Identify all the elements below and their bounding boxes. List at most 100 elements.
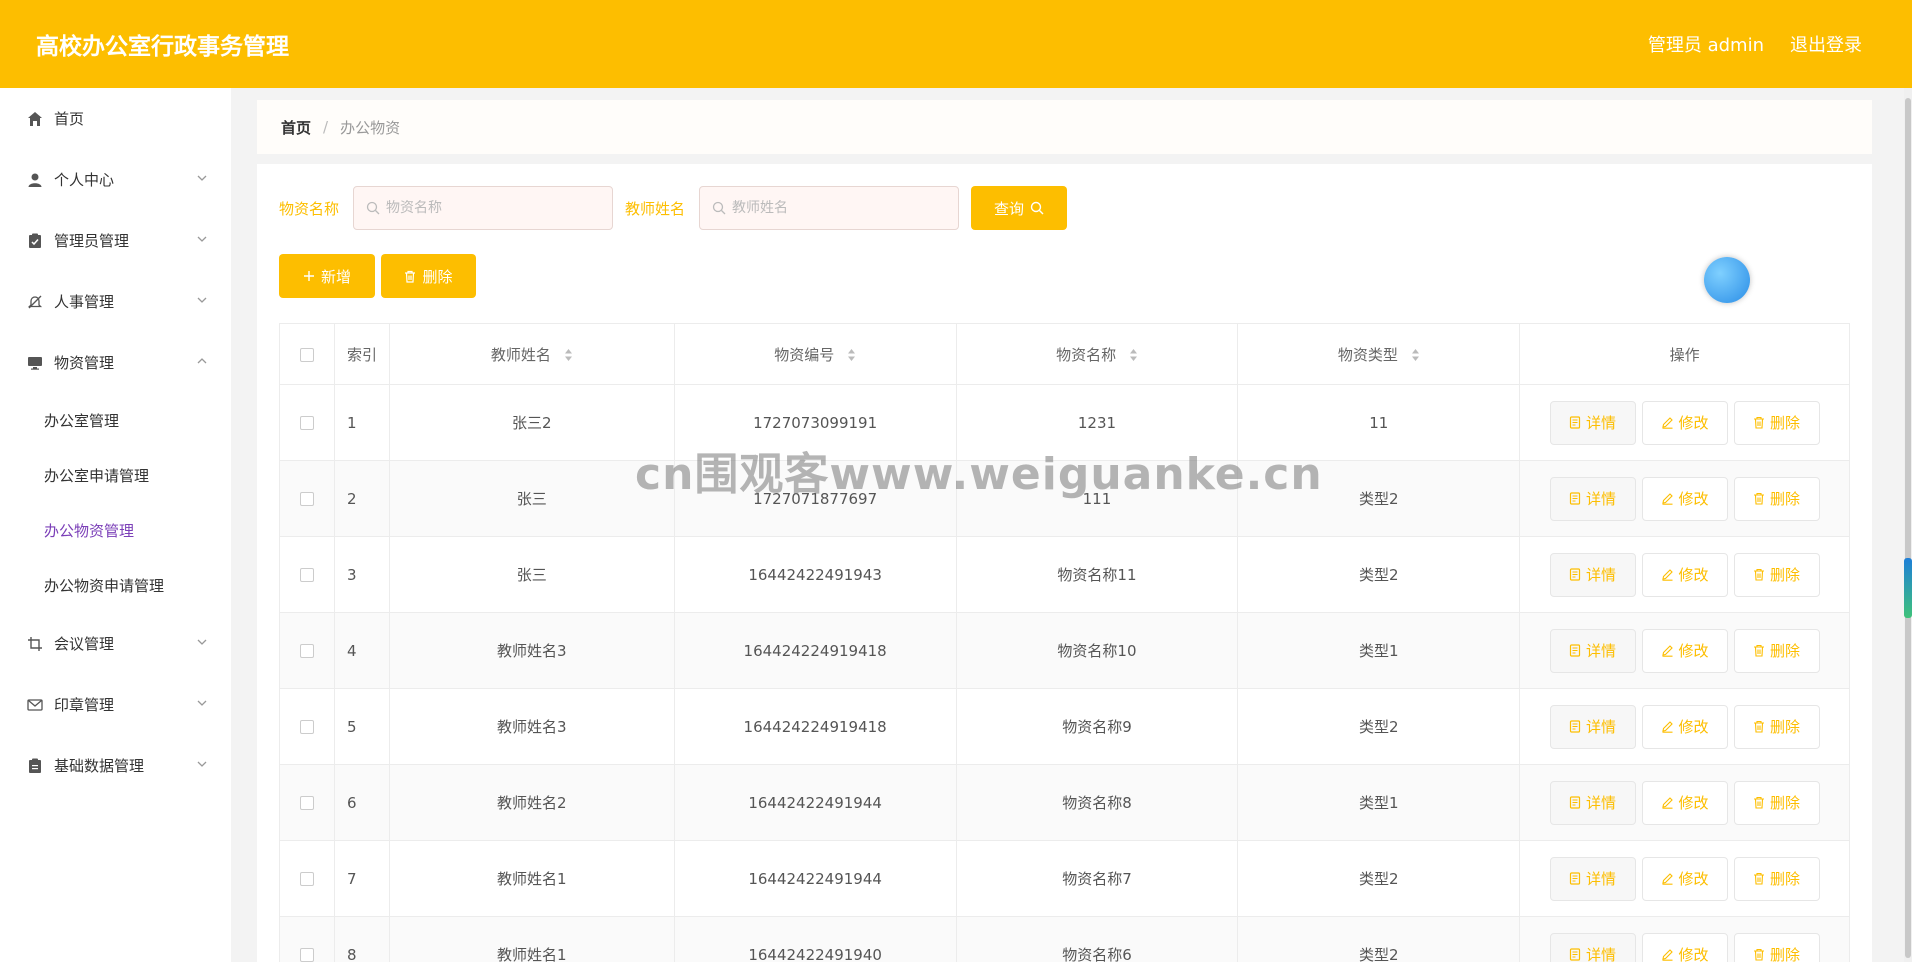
detail-label: 详情 <box>1586 490 1617 508</box>
cell-type: 类型2 <box>1237 840 1521 917</box>
logout-button[interactable]: 退出登录 <box>1790 31 1862 57</box>
edit-button[interactable]: 修改 <box>1641 780 1728 825</box>
sidebar-item-home[interactable]: 首页 <box>0 88 231 149</box>
sort-icon[interactable] <box>564 348 573 362</box>
delete-button[interactable]: 删除 <box>1733 704 1820 749</box>
row-checkbox[interactable] <box>299 644 314 658</box>
delete-label: 删除 <box>1770 870 1801 888</box>
bell-off-icon <box>26 293 44 311</box>
delete-button[interactable]: 删除 <box>1733 400 1820 445</box>
batch-delete-button[interactable]: 删除 <box>381 254 476 298</box>
detail-button[interactable]: 详情 <box>1549 856 1636 901</box>
select-all-checkbox[interactable] <box>299 347 314 362</box>
sidebar-item-personal-center[interactable]: 个人中心 <box>0 149 231 210</box>
row-checkbox[interactable] <box>299 796 314 810</box>
sidebar-subitem-office-materials[interactable]: 办公物资管理 <box>0 503 231 558</box>
table-row: 6 教师姓名2 16442422491944 物资名称8 类型1 详情 修改 删除 <box>279 764 1850 841</box>
add-button[interactable]: 新增 <box>279 254 375 298</box>
document-icon <box>1569 720 1581 733</box>
detail-button[interactable]: 详情 <box>1549 476 1636 521</box>
sidebar-subitem-materials-application[interactable]: 办公物资申请管理 <box>0 558 231 613</box>
sort-icon[interactable] <box>1411 348 1420 362</box>
cell-name: 物资名称10 <box>955 612 1239 689</box>
delete-button[interactable]: 删除 <box>1733 856 1820 901</box>
sidebar-item-base-data-management[interactable]: 基础数据管理 <box>0 735 231 796</box>
detail-button[interactable]: 详情 <box>1549 628 1636 673</box>
sort-icon[interactable] <box>1129 348 1138 362</box>
cell-index: 8 <box>333 916 390 962</box>
sidebar-item-materials-management[interactable]: 物资管理 <box>0 332 231 393</box>
edit-label: 修改 <box>1678 566 1709 584</box>
row-checkbox[interactable] <box>299 492 314 506</box>
sidebar-subitem-office-management[interactable]: 办公室管理 <box>0 393 231 448</box>
row-checkbox[interactable] <box>299 416 314 430</box>
sidebar-item-seal-management[interactable]: 印章管理 <box>0 674 231 735</box>
page-scrollbar[interactable] <box>1904 88 1912 962</box>
sidebar-item-meeting-management[interactable]: 会议管理 <box>0 613 231 674</box>
cell-code: 16442422491940 <box>673 916 957 962</box>
teacher-name-input[interactable] <box>732 200 953 216</box>
delete-button[interactable]: 删除 <box>1733 476 1820 521</box>
row-checkbox[interactable] <box>299 872 314 886</box>
chevron-down-icon <box>197 175 207 181</box>
edit-label: 修改 <box>1678 946 1709 962</box>
edit-button[interactable]: 修改 <box>1641 628 1728 673</box>
column-header-name[interactable]: 物资名称 <box>955 323 1239 385</box>
column-header-code[interactable]: 物资编号 <box>673 323 957 385</box>
document-icon <box>1569 948 1581 961</box>
detail-button[interactable]: 详情 <box>1549 780 1636 825</box>
scrollbar-marker <box>1904 558 1912 618</box>
clipboard-check-icon <box>26 232 44 250</box>
edit-button[interactable]: 修改 <box>1641 856 1728 901</box>
app-title: 高校办公室行政事务管理 <box>36 34 289 60</box>
sidebar-item-label: 管理员管理 <box>54 232 130 250</box>
cell-operations: 详情 修改 删除 <box>1519 764 1850 841</box>
sidebar-item-hr-management[interactable]: 人事管理 <box>0 271 231 332</box>
sidebar: 首页 个人中心 管理员管理 人事管理 物资管理 办公室管理 办公室申请管理 办公… <box>0 88 231 962</box>
edit-button[interactable]: 修改 <box>1641 704 1728 749</box>
detail-button[interactable]: 详情 <box>1549 704 1636 749</box>
floating-assistant-button[interactable] <box>1704 257 1750 303</box>
edit-button[interactable]: 修改 <box>1641 476 1728 521</box>
delete-button[interactable]: 删除 <box>1733 932 1820 962</box>
edit-button[interactable]: 修改 <box>1641 552 1728 597</box>
row-checkbox[interactable] <box>299 568 314 582</box>
material-name-input[interactable] <box>386 200 607 216</box>
sidebar-subitem-office-application[interactable]: 办公室申请管理 <box>0 448 231 503</box>
column-header-operations: 操作 <box>1519 323 1850 385</box>
column-header-teacher[interactable]: 教师姓名 <box>388 323 675 385</box>
chevron-down-icon <box>197 297 207 303</box>
row-checkbox[interactable] <box>299 948 314 962</box>
column-header-type[interactable]: 物资类型 <box>1237 323 1521 385</box>
sort-icon[interactable] <box>847 348 856 362</box>
cell-name: 物资名称8 <box>955 764 1239 841</box>
table-row: 1 张三2 1727073099191 1231 11 详情 修改 删除 <box>279 384 1850 461</box>
cell-name: 物资名称6 <box>955 916 1239 962</box>
admin-user-label[interactable]: 管理员 admin <box>1648 31 1764 57</box>
table-row: 5 教师姓名3 164424224919418 物资名称9 类型2 详情 修改 删除 <box>279 688 1850 765</box>
cell-type: 类型1 <box>1237 612 1521 689</box>
breadcrumb-home[interactable]: 首页 <box>281 117 311 138</box>
cell-type: 类型2 <box>1237 688 1521 765</box>
table-header-row: 索引 教师姓名 物资编号 物资名称 物资类型 操作 <box>279 323 1850 385</box>
query-button[interactable]: 查询 <box>971 186 1068 230</box>
detail-button[interactable]: 详情 <box>1549 552 1636 597</box>
detail-label: 详情 <box>1586 794 1617 812</box>
material-name-field <box>353 186 614 230</box>
delete-button[interactable]: 删除 <box>1733 552 1820 597</box>
sidebar-item-admin-management[interactable]: 管理员管理 <box>0 210 231 271</box>
breadcrumb-separator: / <box>323 118 329 136</box>
row-select-cell <box>279 764 335 841</box>
cell-operations: 详情 修改 删除 <box>1519 460 1850 537</box>
detail-button[interactable]: 详情 <box>1549 400 1636 445</box>
edit-label: 修改 <box>1678 794 1709 812</box>
edit-button[interactable]: 修改 <box>1641 400 1728 445</box>
edit-button[interactable]: 修改 <box>1641 932 1728 962</box>
delete-button[interactable]: 删除 <box>1733 780 1820 825</box>
row-checkbox[interactable] <box>299 720 314 734</box>
delete-button[interactable]: 删除 <box>1733 628 1820 673</box>
scrollbar-thumb[interactable] <box>1905 98 1911 958</box>
delete-label: 删除 <box>1770 794 1801 812</box>
cell-operations: 详情 修改 删除 <box>1519 840 1850 917</box>
detail-button[interactable]: 详情 <box>1549 932 1636 962</box>
